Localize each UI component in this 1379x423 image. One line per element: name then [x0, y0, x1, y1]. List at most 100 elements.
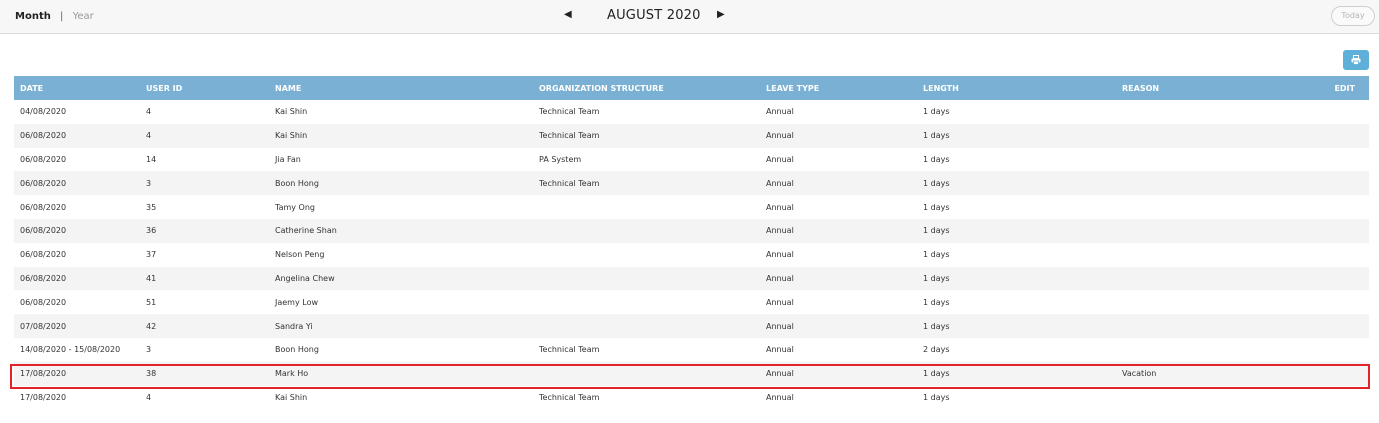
name-cell: Kai Shin	[275, 107, 308, 117]
edit-cell[interactable]	[1296, 290, 1369, 314]
name-cell: Catherine Shan	[275, 226, 337, 236]
length-cell: 1 days	[923, 392, 950, 402]
table-row[interactable]: 07/08/2020 42 Sandra Yi Annual 1 days	[14, 314, 1369, 338]
previous-period-icon[interactable]: ◀	[564, 9, 572, 20]
table-row[interactable]: 06/08/2020 14 Jia Fan PA System Annual 1 days	[14, 148, 1369, 172]
month-view-button[interactable]: Month	[15, 11, 51, 22]
date-cell: 04/08/2020	[20, 107, 67, 117]
user-id-cell: 51	[146, 297, 157, 307]
length-cell: 1 days	[923, 226, 950, 236]
date-cell: 17/08/2020	[20, 369, 67, 379]
date-cell: 06/08/2020	[20, 226, 67, 236]
table-row[interactable]: 06/08/2020 51 Jaemy Low Annual 1 days	[14, 290, 1369, 314]
edit-cell[interactable]	[1296, 100, 1369, 124]
table-row[interactable]: 06/08/2020 41 Angelina Chew Annual 1 days	[14, 266, 1369, 291]
leave-type-cell: Annual	[766, 250, 794, 260]
column-header-user-id[interactable]: USER ID	[140, 76, 269, 100]
user-id-cell: 37	[146, 250, 157, 260]
edit-cell[interactable]	[1296, 243, 1369, 267]
leave-type-cell: Annual	[766, 273, 794, 283]
user-id-cell: 4	[146, 392, 152, 402]
table-row[interactable]: 17/08/2020 38 Mark Ho Annual 1 days Vacation	[14, 361, 1369, 386]
length-cell: 1 days	[923, 131, 950, 141]
table-row[interactable]: 06/08/2020 37 Nelson Peng Annual 1 days	[14, 243, 1369, 267]
edit-cell[interactable]	[1296, 338, 1369, 362]
edit-cell[interactable]	[1296, 386, 1369, 410]
table-row[interactable]: 06/08/2020 3 Boon Hong Technical Team Annual…	[14, 171, 1369, 196]
name-cell: Jaemy Low	[275, 297, 319, 307]
reason-cell	[1116, 171, 1296, 195]
organization-cell	[533, 362, 760, 386]
table-row[interactable]: 06/08/2020 4 Kai Shin Technical Team Annual 1…	[14, 123, 1369, 148]
leave-type-cell: Annual	[766, 392, 794, 402]
table-header-row: DATE USER ID NAME ORGANIZATION STRUCTURE…	[14, 76, 1369, 100]
organization-cell	[533, 219, 760, 243]
name-cell: Boon Hong	[275, 345, 319, 355]
view-toggle: Month | Year	[15, 11, 94, 22]
organization-cell: Technical Team	[539, 131, 600, 141]
name-cell: Mark Ho	[275, 369, 309, 379]
length-cell: 1 days	[923, 321, 950, 331]
period-title: AUGUST 2020	[607, 8, 701, 23]
table-row[interactable]: 14/08/2020 - 15/08/2020 3 Boon Hong Technic…	[14, 338, 1369, 362]
length-cell: 2 days	[923, 345, 950, 355]
table-row[interactable]: 17/08/2020 4 Kai Shin Technical Team Annual 1…	[14, 386, 1369, 410]
column-header-length[interactable]: LENGTH	[917, 76, 1116, 100]
column-header-edit: EDIT	[1334, 83, 1355, 93]
date-cell: 07/08/2020	[20, 321, 67, 331]
length-cell: 1 days	[923, 178, 950, 188]
organization-cell	[533, 314, 760, 338]
leave-type-cell: Annual	[766, 345, 794, 355]
reason-cell	[1116, 267, 1296, 291]
column-header-organization[interactable]: ORGANIZATION STRUCTURE	[533, 76, 760, 100]
user-id-cell: 3	[146, 345, 152, 355]
edit-cell[interactable]	[1296, 195, 1369, 219]
user-id-cell: 3	[146, 178, 152, 188]
length-cell: 1 days	[923, 250, 950, 260]
name-cell: Tamy Ong	[275, 202, 315, 212]
date-cell: 06/08/2020	[20, 178, 67, 188]
column-header-leave-type[interactable]: LEAVE TYPE	[760, 76, 917, 100]
edit-cell[interactable]	[1296, 219, 1369, 243]
leave-type-cell: Annual	[766, 321, 794, 331]
name-cell: Jia Fan	[275, 154, 301, 164]
edit-cell[interactable]	[1296, 124, 1369, 148]
leave-records-table: DATE USER ID NAME ORGANIZATION STRUCTURE…	[14, 76, 1369, 409]
print-button[interactable]	[1343, 50, 1369, 70]
leave-type-cell: Annual	[766, 154, 794, 164]
edit-cell[interactable]	[1296, 267, 1369, 291]
organization-cell: Technical Team	[539, 178, 600, 188]
organization-cell	[533, 267, 760, 291]
table-row[interactable]: 06/08/2020 36 Catherine Shan Annual 1 days	[14, 218, 1369, 243]
date-cell: 14/08/2020 - 15/08/2020	[20, 345, 121, 355]
length-cell: 1 days	[923, 154, 950, 164]
next-period-icon[interactable]: ▶	[717, 9, 725, 20]
table-row[interactable]: 06/08/2020 35 Tamy Ong Annual 1 days	[14, 195, 1369, 219]
column-header-reason[interactable]: REASON	[1116, 76, 1296, 100]
edit-cell[interactable]	[1296, 362, 1369, 386]
edit-cell[interactable]	[1296, 171, 1369, 195]
date-cell: 06/08/2020	[20, 273, 67, 283]
reason-cell	[1116, 243, 1296, 267]
user-id-cell: 42	[146, 321, 157, 331]
user-id-cell: 41	[146, 273, 157, 283]
table-row[interactable]: 04/08/2020 4 Kai Shin Technical Team Annual 1…	[14, 100, 1369, 124]
organization-cell	[533, 290, 760, 314]
reason-cell: Vacation	[1122, 369, 1157, 379]
column-header-name[interactable]: NAME	[269, 76, 533, 100]
column-header-date[interactable]: DATE	[14, 76, 140, 100]
organization-cell: PA System	[539, 154, 582, 164]
date-cell: 17/08/2020	[20, 392, 67, 402]
name-cell: Kai Shin	[275, 392, 308, 402]
year-view-button[interactable]: Year	[73, 11, 94, 22]
user-id-cell: 36	[146, 226, 157, 236]
user-id-cell: 38	[146, 369, 157, 379]
reason-cell	[1116, 338, 1296, 362]
length-cell: 1 days	[923, 107, 950, 117]
leave-type-cell: Annual	[766, 226, 794, 236]
edit-cell[interactable]	[1296, 314, 1369, 338]
date-cell: 06/08/2020	[20, 202, 67, 212]
edit-cell[interactable]	[1296, 148, 1369, 172]
name-cell: Sandra Yi	[275, 321, 313, 331]
today-button[interactable]: Today	[1331, 6, 1375, 26]
